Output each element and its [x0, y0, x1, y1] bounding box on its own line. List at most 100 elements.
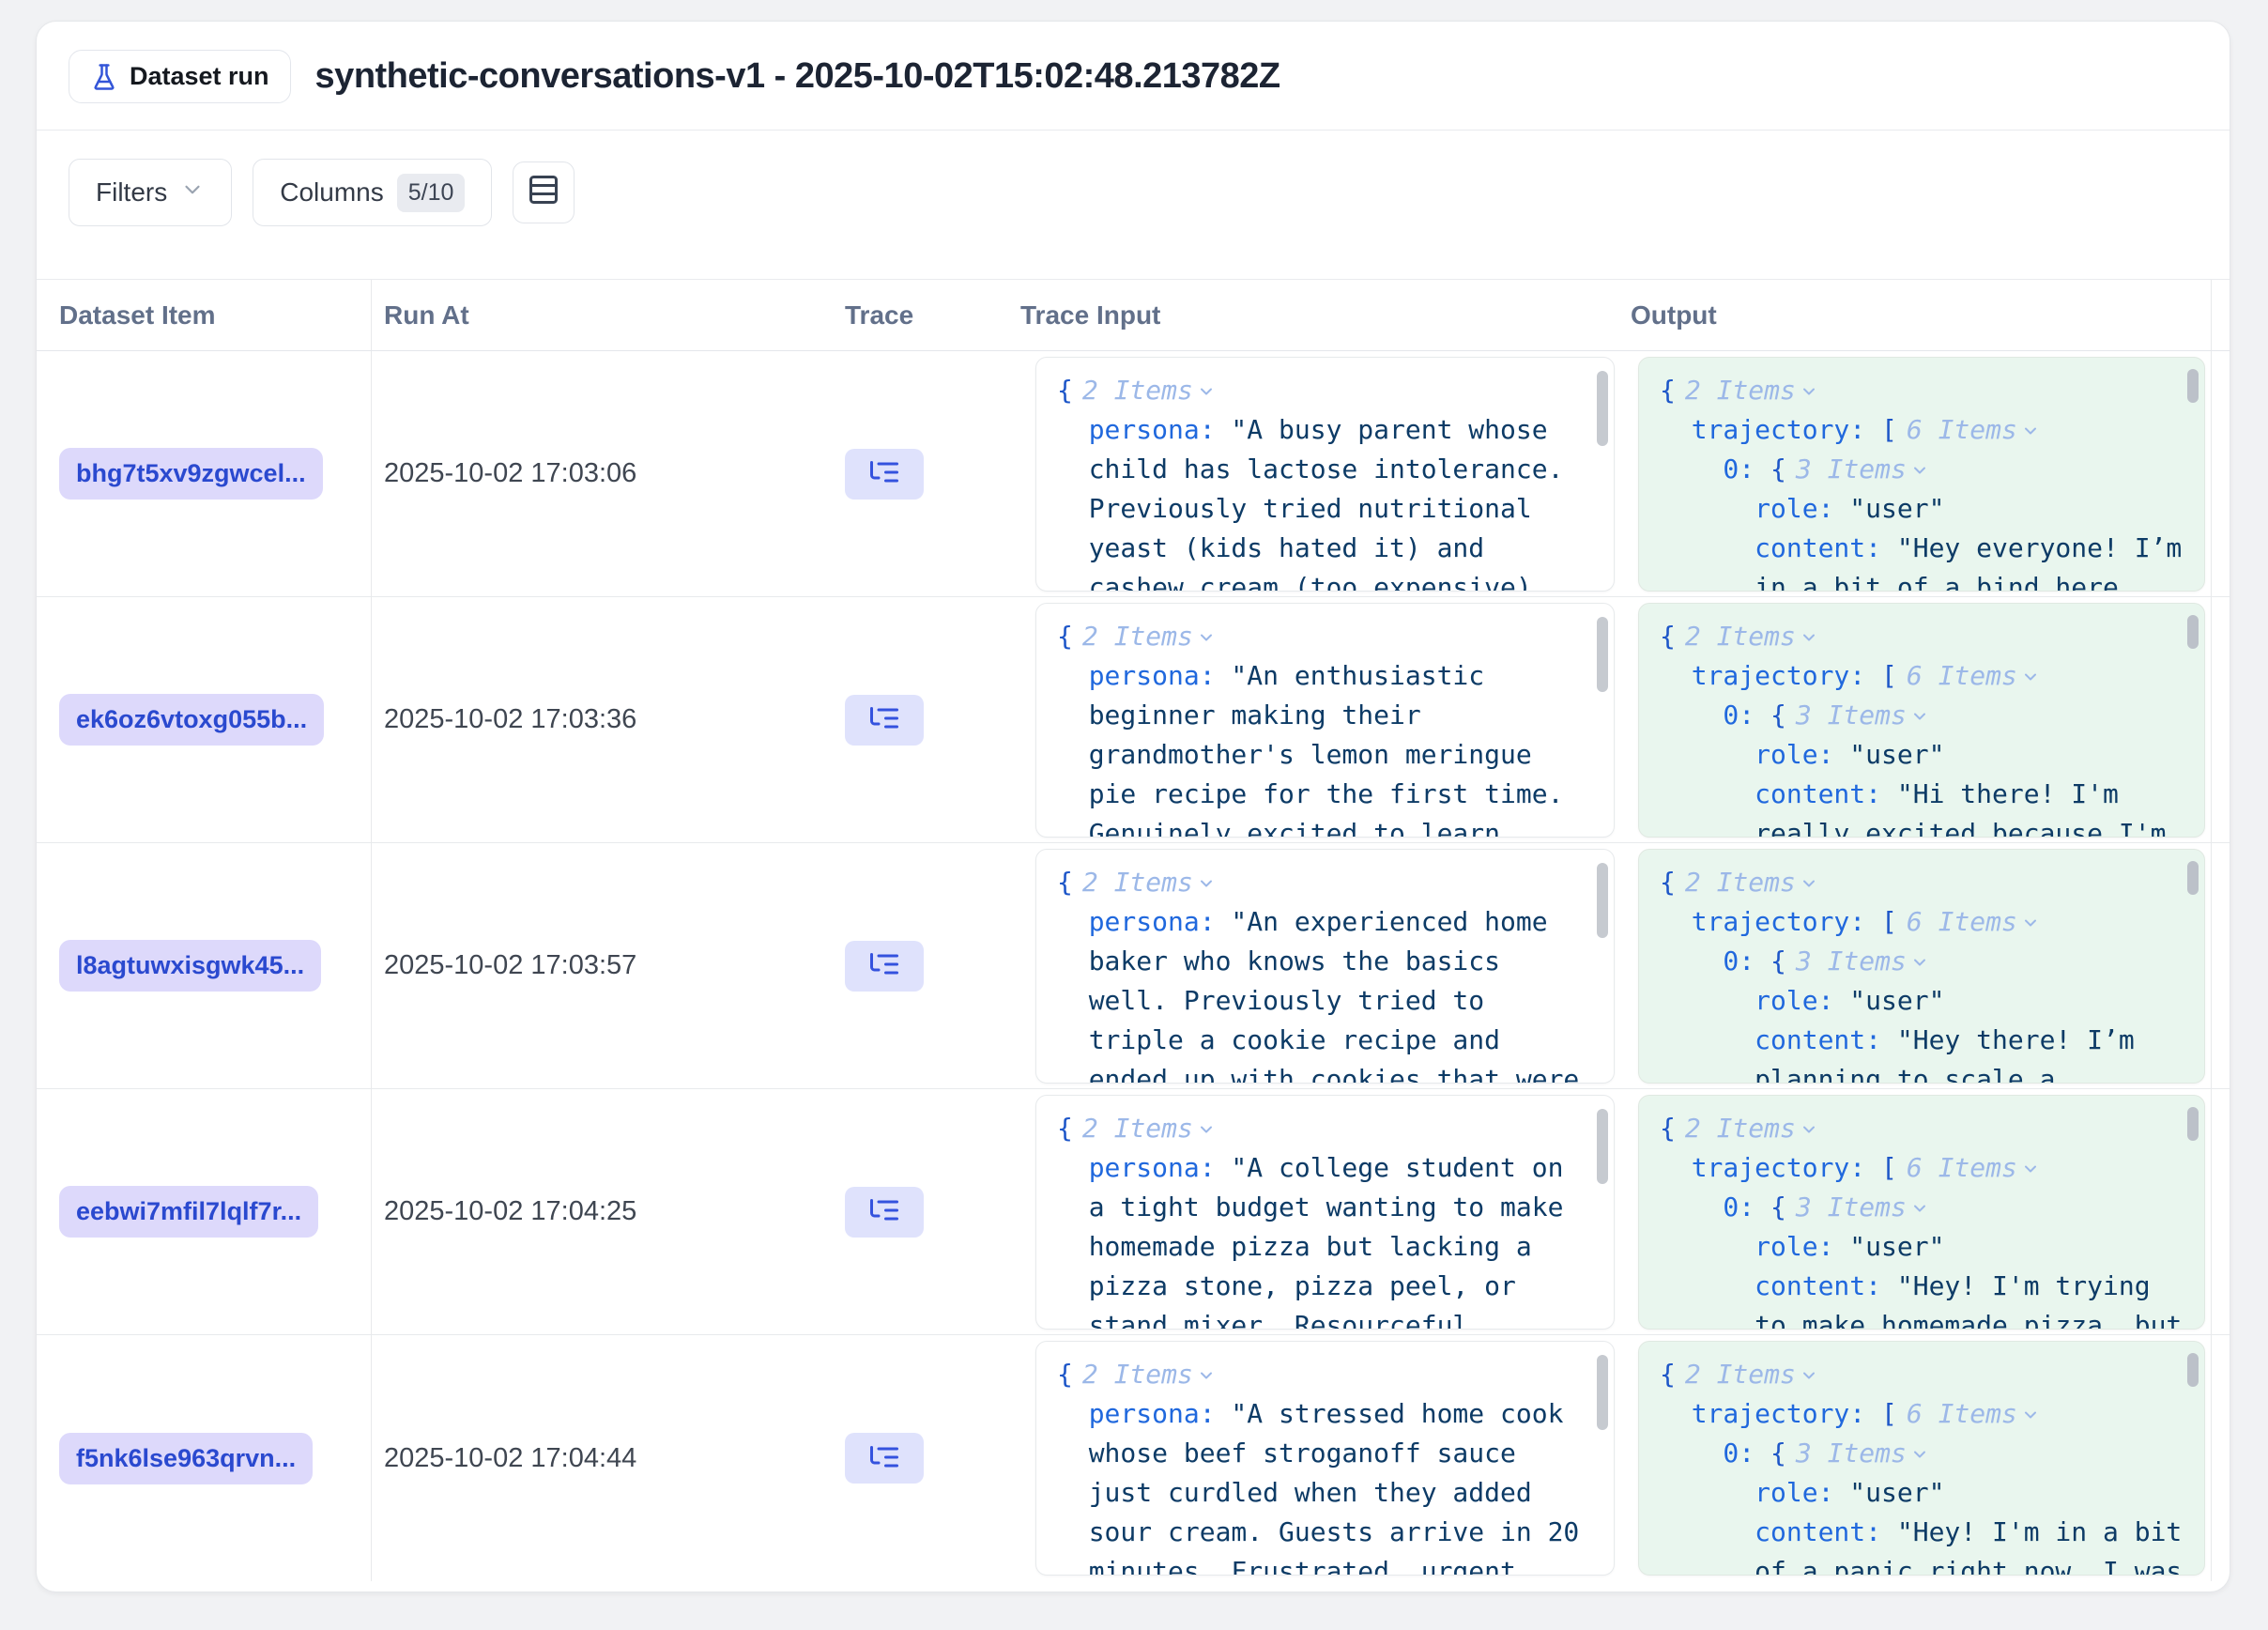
json-role-line: role: "user" [1660, 489, 2190, 529]
dataset-item-id-badge[interactable]: ek6oz6vtoxg055b... [59, 694, 324, 746]
json-collapse-chevron-icon[interactable] [1910, 1438, 1929, 1469]
scrollbar-thumb[interactable] [1597, 371, 1608, 446]
output-json-viewer[interactable]: {2 Items trajectory: [6 Items 0: {3 Item… [1638, 603, 2205, 838]
json-items-count[interactable]: 6 Items [1907, 1398, 2017, 1429]
json-collapse-chevron-icon[interactable] [1910, 1192, 1929, 1222]
json-items-count[interactable]: 2 Items [1685, 621, 1796, 652]
json-collapse-chevron-icon[interactable] [1197, 867, 1216, 898]
output-json-viewer[interactable]: {2 Items trajectory: [6 Items 0: {3 Item… [1638, 1095, 2205, 1330]
dataset-item-id-badge[interactable]: bhg7t5xv9zgwcel... [59, 448, 323, 500]
json-collapse-chevron-icon[interactable] [2021, 906, 2040, 937]
column-header-run-at: Run At [372, 280, 830, 350]
json-index-line: 0: {3 Items [1660, 1434, 2190, 1473]
trace-input-json-viewer[interactable]: {2 Items persona: "A stressed home cook … [1035, 1341, 1615, 1576]
run-at-timestamp: 2025-10-02 17:04:25 [384, 1196, 636, 1227]
list-tree-icon [867, 1440, 901, 1477]
json-items-count[interactable]: 2 Items [1685, 375, 1796, 406]
dataset-item-id-badge[interactable]: f5nk6lse963qrvn... [59, 1433, 313, 1484]
scrollbar-thumb[interactable] [2187, 369, 2199, 403]
json-collapse-chevron-icon[interactable] [1800, 867, 1818, 898]
json-items-count[interactable]: 2 Items [1082, 1359, 1193, 1390]
open-trace-button[interactable] [845, 449, 924, 500]
json-collapse-chevron-icon[interactable] [1197, 375, 1216, 406]
trace-input-json-viewer[interactable]: {2 Items persona: "A college student on … [1035, 1095, 1615, 1330]
open-trace-button[interactable] [845, 941, 924, 992]
json-items-count[interactable]: 2 Items [1685, 1113, 1796, 1144]
json-trajectory-line: trajectory: [6 Items [1660, 1394, 2190, 1434]
json-items-count[interactable]: 2 Items [1082, 867, 1193, 898]
dataset-item-id-badge[interactable]: l8agtuwxisgwk45... [59, 940, 321, 992]
json-items-count[interactable]: 6 Items [1907, 906, 2017, 937]
filters-button[interactable]: Filters [69, 159, 232, 226]
table-row: l8agtuwxisgwk45... 2025-10-02 17:03:57 [37, 843, 2230, 1089]
scrollbar-thumb[interactable] [1597, 863, 1608, 938]
json-collapse-chevron-icon[interactable] [2021, 1152, 2040, 1183]
row-height-button[interactable] [513, 161, 575, 223]
json-content-line: content: "Hey everyone! I’m in a bit of … [1660, 529, 2190, 592]
scrollbar-thumb[interactable] [1597, 1355, 1608, 1430]
json-items-count[interactable]: 3 Items [1796, 700, 1907, 730]
columns-button-label: Columns [280, 177, 383, 208]
json-collapse-chevron-icon[interactable] [2021, 660, 2040, 691]
json-root-line: {2 Items [1057, 1109, 1587, 1148]
output-json-viewer[interactable]: {2 Items trajectory: [6 Items 0: {3 Item… [1638, 1341, 2205, 1576]
json-items-count[interactable]: 6 Items [1907, 1152, 2017, 1183]
json-collapse-chevron-icon[interactable] [1197, 1113, 1216, 1144]
open-trace-button[interactable] [845, 1187, 924, 1238]
json-collapse-chevron-icon[interactable] [2021, 1398, 2040, 1429]
open-trace-button[interactable] [845, 695, 924, 746]
table-scroll-gutter [2211, 843, 2230, 1088]
json-collapse-chevron-icon[interactable] [1800, 375, 1818, 406]
json-items-count[interactable]: 6 Items [1907, 414, 2017, 445]
flask-icon [90, 63, 118, 91]
json-root-line: {2 Items [1660, 371, 2190, 410]
json-collapse-chevron-icon[interactable] [1800, 621, 1818, 652]
json-root-line: {2 Items [1660, 1109, 2190, 1148]
columns-button[interactable]: Columns 5/10 [253, 159, 492, 226]
json-persona-line: persona: "A stressed home cook whose bee… [1057, 1394, 1587, 1576]
json-items-count[interactable]: 2 Items [1685, 1359, 1796, 1390]
json-collapse-chevron-icon[interactable] [2021, 414, 2040, 445]
scrollbar-thumb[interactable] [2187, 861, 2199, 895]
open-trace-button[interactable] [845, 1433, 924, 1484]
scrollbar-thumb[interactable] [2187, 615, 2199, 649]
column-header-trace: Trace [830, 280, 1013, 350]
scrollbar-thumb[interactable] [1597, 1109, 1608, 1184]
trace-input-json-viewer[interactable]: {2 Items persona: "An experienced home b… [1035, 849, 1615, 1084]
json-collapse-chevron-icon[interactable] [1910, 454, 1929, 484]
run-at-timestamp: 2025-10-02 17:03:36 [384, 704, 636, 735]
columns-count-badge: 5/10 [397, 174, 466, 212]
json-items-count[interactable]: 2 Items [1082, 621, 1193, 652]
output-json-viewer[interactable]: {2 Items trajectory: [6 Items 0: {3 Item… [1638, 357, 2205, 592]
json-key: persona: [1089, 414, 1216, 445]
trace-input-json-viewer[interactable]: {2 Items persona: "A busy parent whose c… [1035, 357, 1615, 592]
toolbar: Filters Columns 5/10 [37, 131, 2230, 279]
card-header: Dataset run synthetic-conversations-v1 -… [37, 22, 2230, 131]
dataset-run-table: Dataset Item Run At Trace Trace Input Ou… [37, 279, 2230, 1581]
scrollbar-thumb[interactable] [2187, 1353, 2199, 1387]
scrollbar-thumb[interactable] [1597, 617, 1608, 692]
json-collapse-chevron-icon[interactable] [1800, 1359, 1818, 1390]
json-collapse-chevron-icon[interactable] [1910, 700, 1929, 730]
json-items-count[interactable]: 2 Items [1082, 1113, 1193, 1144]
table-scroll-gutter [2211, 597, 2230, 842]
dataset-item-id-badge[interactable]: eebwi7mfil7lqlf7r... [59, 1186, 318, 1238]
rows-icon [527, 173, 560, 213]
column-header-output: Output [1623, 280, 2211, 350]
json-collapse-chevron-icon[interactable] [1910, 946, 1929, 976]
json-collapse-chevron-icon[interactable] [1800, 1113, 1818, 1144]
json-items-count[interactable]: 3 Items [1796, 1192, 1907, 1222]
json-items-count[interactable]: 2 Items [1685, 867, 1796, 898]
trace-input-json-viewer[interactable]: {2 Items persona: "An enthusiastic begin… [1035, 603, 1615, 838]
json-items-count[interactable]: 2 Items [1082, 375, 1193, 406]
json-items-count[interactable]: 3 Items [1796, 454, 1907, 484]
json-items-count[interactable]: 6 Items [1907, 660, 2017, 691]
scrollbar-thumb[interactable] [2187, 1107, 2199, 1141]
output-json-viewer[interactable]: {2 Items trajectory: [6 Items 0: {3 Item… [1638, 849, 2205, 1084]
json-collapse-chevron-icon[interactable] [1197, 1359, 1216, 1390]
json-items-count[interactable]: 3 Items [1796, 946, 1907, 976]
json-collapse-chevron-icon[interactable] [1197, 621, 1216, 652]
json-items-count[interactable]: 3 Items [1796, 1438, 1907, 1469]
dataset-run-card: Dataset run synthetic-conversations-v1 -… [36, 21, 2230, 1592]
json-persona-line: persona: "An enthusiastic beginner makin… [1057, 656, 1587, 838]
